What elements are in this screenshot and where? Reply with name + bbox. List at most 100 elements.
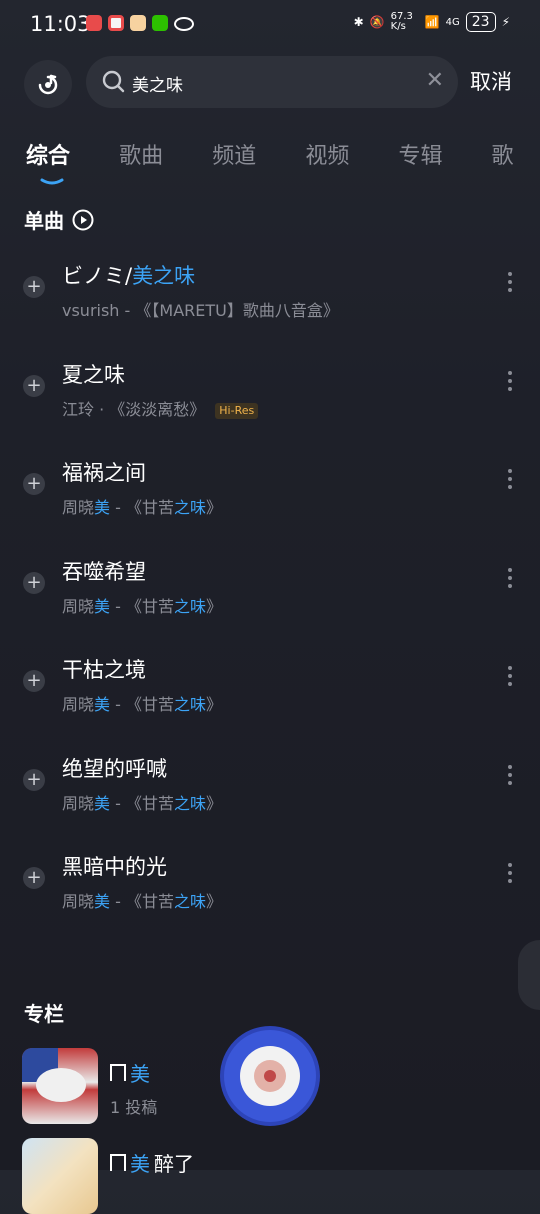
bluetooth-icon: ✱ bbox=[353, 15, 364, 29]
more-options-icon[interactable] bbox=[508, 568, 512, 588]
search-box[interactable]: ✕ bbox=[86, 56, 458, 108]
song-title: 吞噬希望 bbox=[62, 556, 146, 586]
song-subtitle: 周晓美 - 《甘苦之味》 bbox=[62, 691, 222, 715]
columns-section-header: 专栏 bbox=[24, 1002, 64, 1026]
wechat-icon bbox=[152, 15, 168, 31]
song-title: ビノミ/美之味 bbox=[62, 260, 195, 290]
more-options-icon[interactable] bbox=[508, 272, 512, 292]
song-subtitle: 周晓美 - 《甘苦之味》 bbox=[62, 494, 222, 518]
subtitle-highlight: 美 bbox=[94, 498, 111, 517]
column-post-count: 1 投稿 bbox=[110, 1098, 158, 1117]
more-options-icon[interactable] bbox=[508, 371, 512, 391]
column-title: 美 醉了 bbox=[110, 1148, 194, 1177]
subtitle-text: - 《甘苦 bbox=[110, 892, 174, 911]
subtitle-highlight: 之味 bbox=[173, 597, 206, 616]
song-title-text: ビノミ/ bbox=[62, 264, 133, 288]
song-row[interactable]: + 吞噬希望周晓美 - 《甘苦之味》 bbox=[0, 546, 540, 626]
add-to-playlist-icon[interactable]: + bbox=[23, 473, 45, 495]
tab-videos[interactable]: 视频 bbox=[305, 138, 349, 170]
column-thumbnail bbox=[22, 1048, 98, 1124]
song-title-text: 夏之味 bbox=[62, 363, 125, 387]
song-title: 福祸之间 bbox=[62, 457, 146, 487]
clear-icon[interactable]: ✕ bbox=[426, 68, 444, 93]
column-thumbnail bbox=[22, 1138, 98, 1214]
song-row[interactable]: + 黑暗中的光 周晓美 - 《甘苦之味》 bbox=[0, 841, 540, 921]
add-to-playlist-icon[interactable]: + bbox=[23, 769, 45, 791]
add-to-playlist-icon[interactable]: + bbox=[23, 375, 45, 397]
search-input[interactable] bbox=[130, 68, 414, 98]
music-note-icon bbox=[38, 74, 58, 95]
hi-res-badge: Hi-Res bbox=[215, 402, 259, 419]
song-subtitle: 周晓美 - 《甘苦之味》 bbox=[62, 790, 222, 814]
subtitle-highlight: 美 bbox=[94, 695, 111, 714]
column-title-rest: 醉了 bbox=[154, 1152, 194, 1176]
tab-albums[interactable]: 专辑 bbox=[398, 138, 442, 170]
status-app-icons bbox=[86, 15, 194, 31]
subtitle-text: 周晓 bbox=[62, 892, 95, 911]
add-to-playlist-icon[interactable]: + bbox=[23, 572, 45, 594]
song-row[interactable]: + 干枯之境周晓美 - 《甘苦之味》 bbox=[0, 644, 540, 724]
eye-icon bbox=[174, 17, 194, 31]
subtitle-text: 江玲 · 《淡淡离愁》 bbox=[62, 400, 206, 419]
more-options-icon[interactable] bbox=[508, 765, 512, 785]
play-circle-icon[interactable] bbox=[72, 209, 94, 231]
more-options-icon[interactable] bbox=[508, 666, 512, 686]
tab-channels[interactable]: 频道 bbox=[212, 138, 256, 170]
subtitle-text: 》 bbox=[206, 597, 223, 616]
subtitle-highlight: 之味 bbox=[173, 794, 206, 813]
song-row[interactable]: + 绝望的呼喊周晓美 - 《甘苦之味》 bbox=[0, 743, 540, 823]
subtitle-highlight: 之味 bbox=[173, 695, 206, 714]
subtitle-text: 周晓 bbox=[62, 695, 95, 714]
song-title: 干枯之境 bbox=[62, 654, 146, 684]
bookmark-icon bbox=[110, 1064, 126, 1081]
status-indicators: ✱ 🔕 67.3 K/s 📶 4G 23 ⚡ bbox=[354, 12, 510, 32]
status-time: 11:03 bbox=[30, 12, 91, 36]
wifi-icon: 📶 bbox=[424, 15, 440, 29]
mini-player-disc[interactable] bbox=[224, 1030, 316, 1122]
subtitle-highlight: 美 bbox=[94, 892, 111, 911]
tab-all[interactable]: 综合 bbox=[26, 138, 70, 170]
song-title-text: 黑暗中的光 bbox=[62, 855, 167, 879]
more-options-icon[interactable] bbox=[508, 863, 512, 883]
subtitle-highlight: 之味 bbox=[173, 498, 206, 517]
subtitle-highlight: 之味 bbox=[173, 892, 206, 911]
song-subtitle: 江玲 · 《淡淡离愁》 Hi-Res bbox=[62, 396, 259, 420]
search-row: ✕ 取消 bbox=[0, 56, 540, 108]
subtitle-text: - 《甘苦 bbox=[110, 498, 174, 517]
song-title-text: 绝望的呼喊 bbox=[62, 757, 167, 781]
tab-bar: 综合 歌曲 频道 视频 专辑 歌 bbox=[26, 138, 540, 188]
add-to-playlist-icon[interactable]: + bbox=[23, 276, 45, 298]
subtitle-text: 》 bbox=[206, 794, 223, 813]
tab-songs[interactable]: 歌曲 bbox=[119, 138, 163, 170]
song-subtitle: vsurish - 《【MARETU】歌曲八音盒》 bbox=[62, 297, 339, 321]
song-title: 黑暗中的光 bbox=[62, 851, 167, 881]
song-title-highlight: 美之味 bbox=[132, 264, 196, 288]
song-title-text: 吞噬希望 bbox=[62, 560, 146, 584]
subtitle-highlight: 美 bbox=[94, 794, 111, 813]
song-subtitle: 周晓美 - 《甘苦之味》 bbox=[62, 593, 222, 617]
add-to-playlist-icon[interactable]: + bbox=[23, 670, 45, 692]
column-title-highlight: 美 bbox=[130, 1152, 150, 1176]
mute-icon: 🔕 bbox=[369, 15, 385, 29]
subtitle-text: - 《甘苦 bbox=[110, 794, 174, 813]
singles-section-header[interactable]: 单曲 bbox=[24, 205, 94, 234]
subtitle-text: - 《甘苦 bbox=[110, 597, 174, 616]
notification-app-icon bbox=[86, 15, 102, 31]
song-title-text: 干枯之境 bbox=[62, 658, 146, 682]
column-item[interactable]: 美 醉了 bbox=[22, 1138, 540, 1214]
side-floating-widget[interactable] bbox=[518, 940, 540, 1010]
song-row[interactable]: + 福祸之间周晓美 - 《甘苦之味》 bbox=[0, 447, 540, 527]
network-type: 4G bbox=[445, 16, 460, 28]
bookmark-icon bbox=[110, 1154, 126, 1171]
voice-search-button[interactable] bbox=[24, 60, 72, 108]
tab-more[interactable]: 歌 bbox=[492, 138, 514, 170]
weibo-icon bbox=[130, 15, 146, 31]
subtitle-text: 》 bbox=[206, 498, 223, 517]
cancel-button[interactable]: 取消 bbox=[470, 66, 512, 96]
add-to-playlist-icon[interactable]: + bbox=[23, 867, 45, 889]
column-title: 美 bbox=[110, 1058, 154, 1087]
song-row[interactable]: + ビノミ/美之味 vsurish - 《【MARETU】歌曲八音盒》 bbox=[0, 250, 540, 330]
more-options-icon[interactable] bbox=[508, 469, 512, 489]
song-row[interactable]: + 夏之味江玲 · 《淡淡离愁》 Hi-Res bbox=[0, 349, 540, 429]
album-art bbox=[240, 1046, 300, 1106]
